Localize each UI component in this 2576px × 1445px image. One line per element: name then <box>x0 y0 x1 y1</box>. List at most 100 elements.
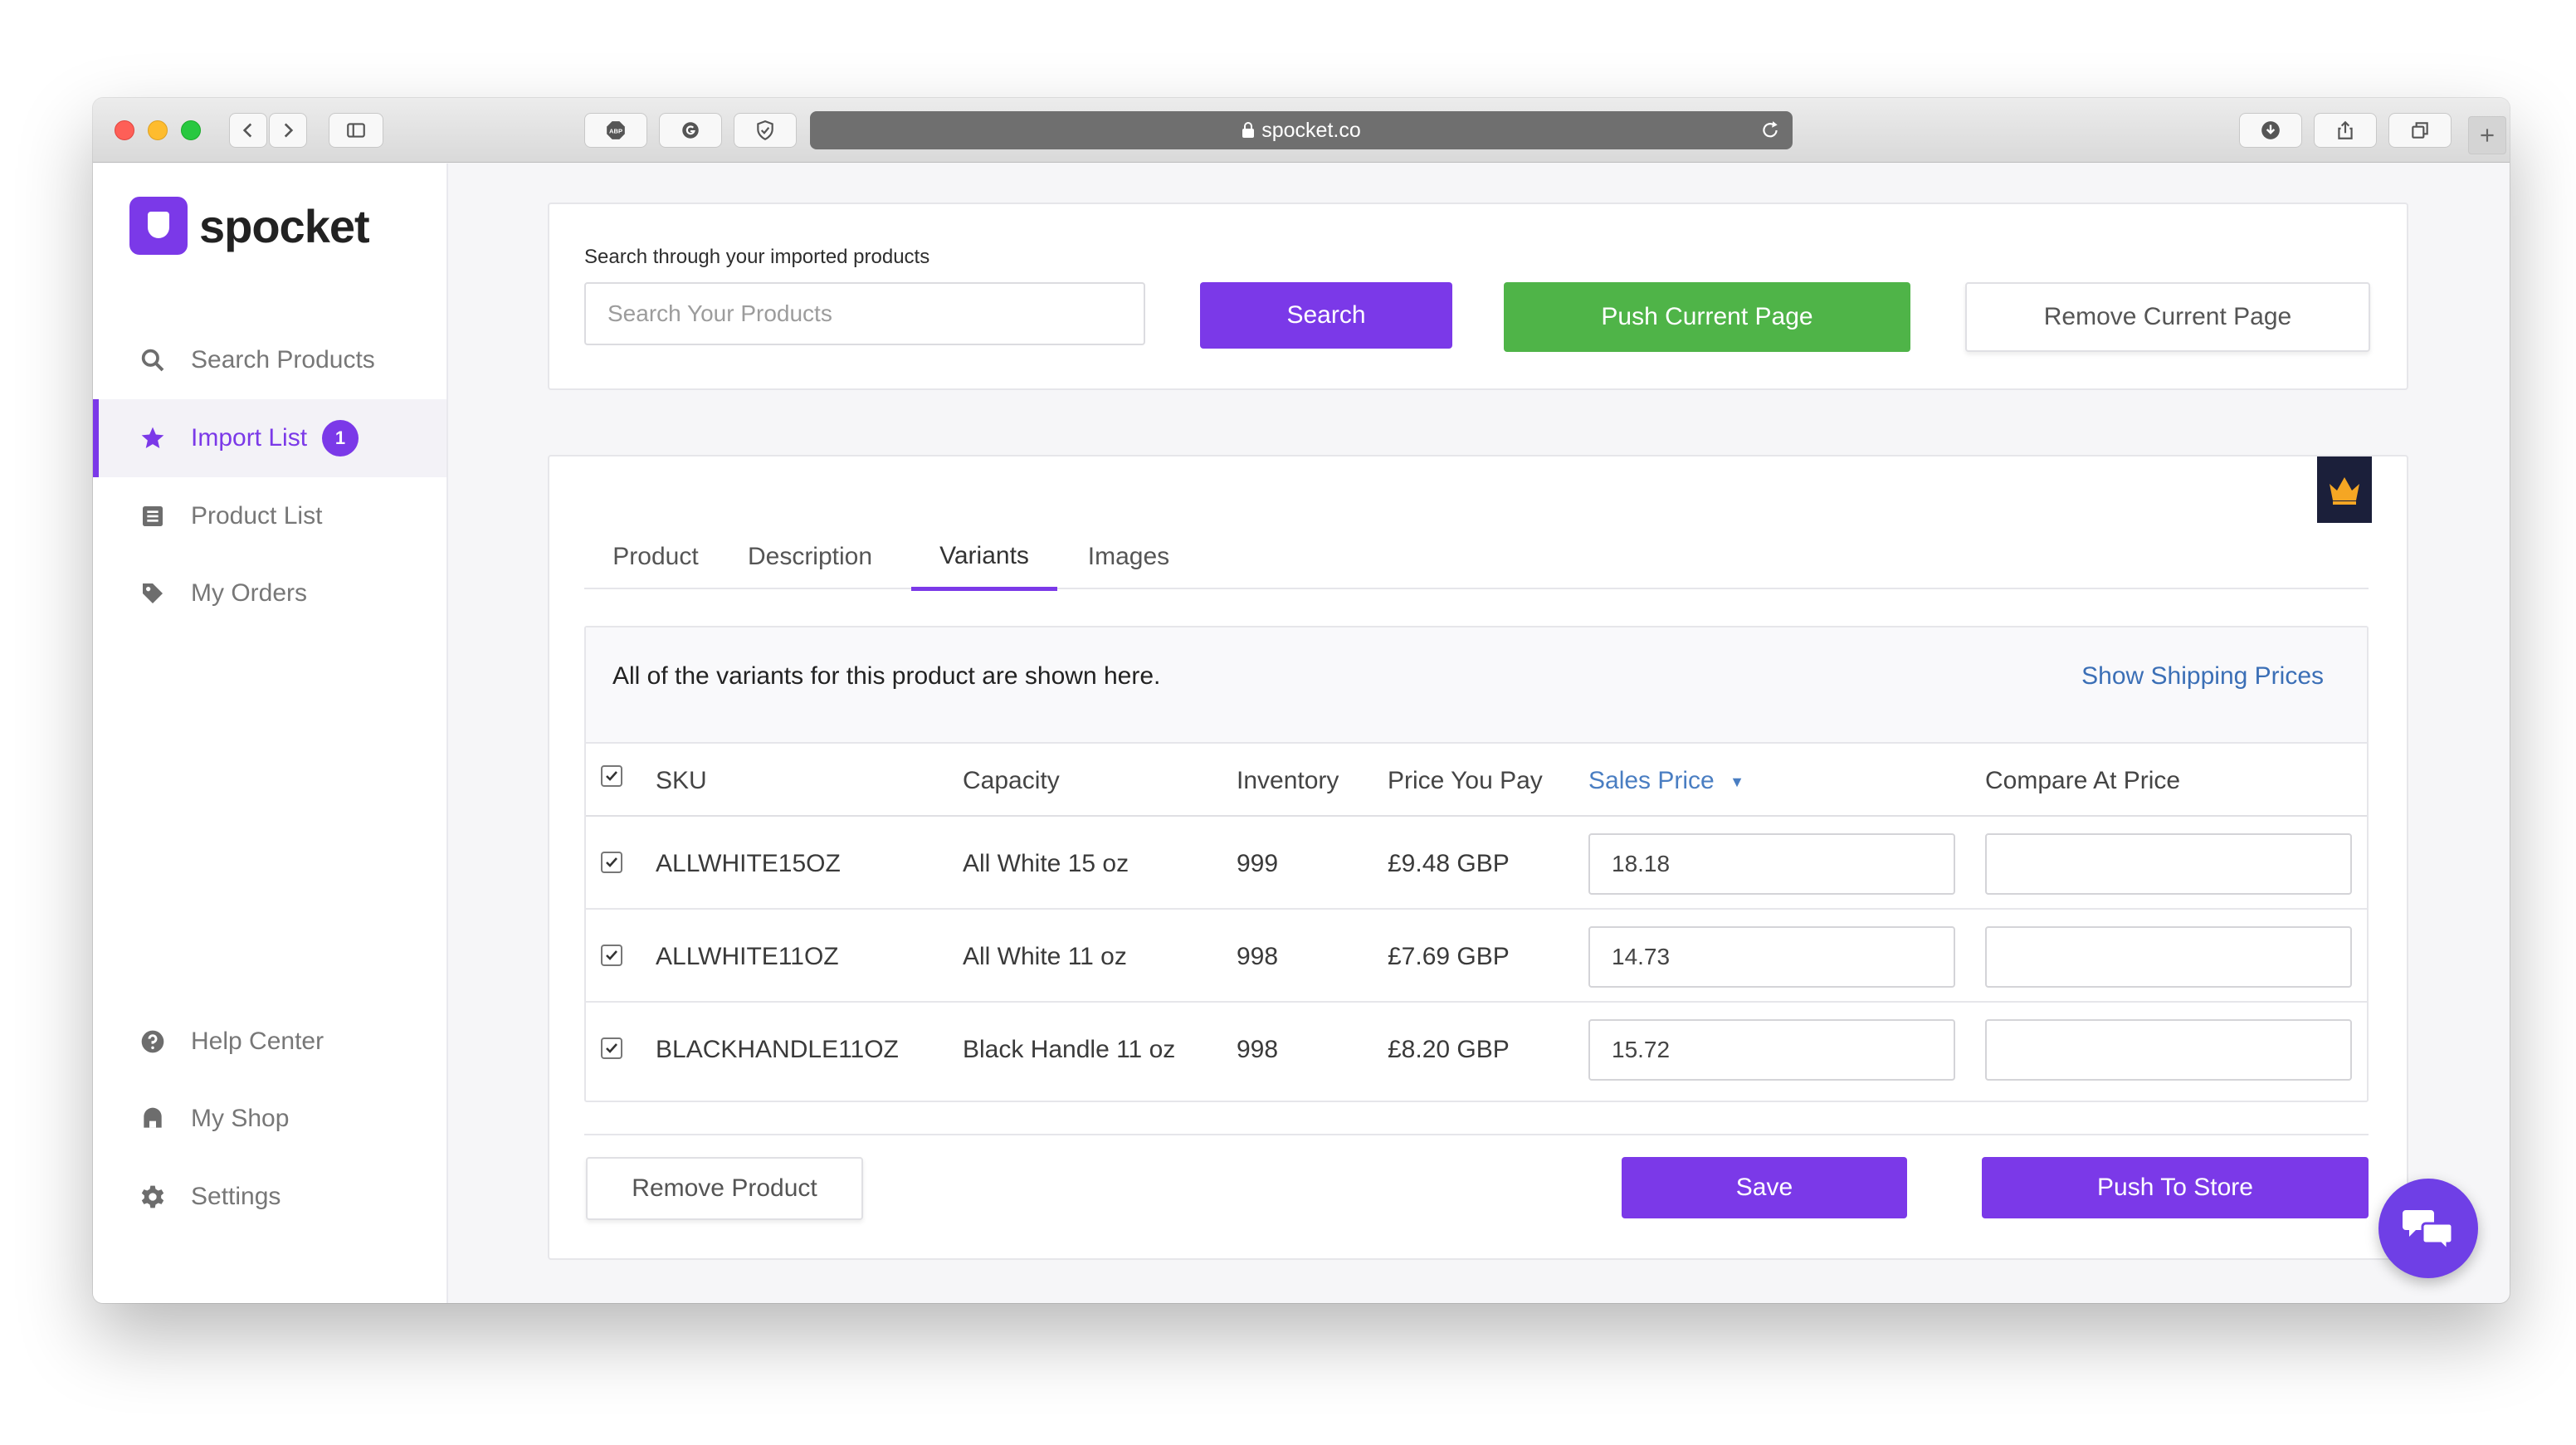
select-all-checkbox[interactable] <box>601 765 622 787</box>
checkmark-icon <box>606 857 617 867</box>
chat-button[interactable] <box>2378 1179 2478 1278</box>
sidebar-item-search-products[interactable]: Search Products <box>93 321 446 399</box>
sidebar-item-label: Import List <box>191 424 308 452</box>
column-compare-at-price: Compare At Price <box>1985 767 2181 794</box>
section-divider <box>584 1134 2369 1135</box>
share-icon[interactable] <box>2314 113 2377 148</box>
url-text: spocket.co <box>1261 118 1361 142</box>
list-icon <box>143 506 163 526</box>
remove-product-button[interactable]: Remove Product <box>586 1157 863 1220</box>
star-icon <box>141 427 164 448</box>
column-sku: SKU <box>656 767 707 794</box>
table-row: BLACKHANDLE11OZ Black Handle 11 oz 998 £… <box>586 1003 2367 1096</box>
sidebar-item-label: Product List <box>191 502 323 530</box>
forward-icon[interactable] <box>269 113 307 148</box>
row-checkbox[interactable] <box>601 852 622 873</box>
cell-capacity: Black Handle 11 oz <box>963 1036 1176 1063</box>
product-tabs: Product Description Variants Images <box>584 525 2369 591</box>
lock-icon <box>1242 122 1255 138</box>
logo-mark <box>129 197 188 255</box>
reload-icon[interactable] <box>1759 120 1781 141</box>
adblock-icon[interactable]: ABP <box>584 113 647 148</box>
sales-price-input[interactable] <box>1588 926 1955 988</box>
compare-at-price-input[interactable] <box>1985 926 2352 988</box>
sidebar-item-my-shop[interactable]: My Shop <box>93 1080 446 1158</box>
push-current-page-button[interactable]: Push Current Page <box>1504 282 1910 352</box>
variants-message: All of the variants for this product are… <box>612 662 1161 690</box>
save-button[interactable]: Save <box>1622 1157 1907 1218</box>
column-inventory: Inventory <box>1237 767 1339 794</box>
search-label: Search through your imported products <box>584 246 930 268</box>
variants-table: All of the variants for this product are… <box>584 626 2369 1102</box>
cell-sku: ALLWHITE11OZ <box>656 943 839 970</box>
tag-icon <box>143 583 163 603</box>
sidebar-item-settings[interactable]: Settings <box>93 1158 446 1236</box>
sort-down-icon: ▼ <box>1730 773 1744 790</box>
cell-price-you-pay: £8.20 GBP <box>1388 1036 1510 1063</box>
show-shipping-prices-link[interactable]: Show Shipping Prices <box>2081 662 2324 691</box>
tabs-icon[interactable] <box>2388 113 2452 148</box>
tab-description[interactable]: Description <box>727 525 893 589</box>
search-icon <box>141 349 164 372</box>
sidebar-item-import-list[interactable]: Import List 1 <box>93 399 446 477</box>
sidebar-item-label: Help Center <box>191 1028 324 1055</box>
table-row: ALLWHITE15OZ All White 15 oz 999 £9.48 G… <box>586 817 2367 910</box>
tab-product[interactable]: Product <box>584 525 727 589</box>
sidebar-item-label: Settings <box>191 1183 281 1210</box>
remove-current-page-button[interactable]: Remove Current Page <box>1965 282 2370 352</box>
premium-badge[interactable] <box>2317 456 2372 523</box>
address-bar[interactable]: spocket.co <box>810 111 1793 149</box>
sales-price-input[interactable] <box>1588 1019 1955 1081</box>
sidebar-item-product-list[interactable]: Product List <box>93 477 446 555</box>
column-capacity: Capacity <box>963 767 1060 794</box>
chat-icon <box>2403 1210 2454 1252</box>
tab-images[interactable]: Images <box>1067 525 1190 589</box>
svg-text:ABP: ABP <box>609 127 622 134</box>
push-to-store-button[interactable]: Push To Store <box>1982 1157 2369 1218</box>
sidebar-item-label: Search Products <box>191 346 375 373</box>
sidebar-item-label: My Shop <box>191 1105 290 1132</box>
new-tab-icon[interactable] <box>2468 116 2506 154</box>
download-icon[interactable] <box>2239 113 2302 148</box>
column-price-you-pay: Price You Pay <box>1388 767 1543 794</box>
shop-icon <box>144 1107 162 1128</box>
checkmark-icon <box>606 771 617 781</box>
cell-capacity: All White 15 oz <box>963 850 1129 877</box>
cell-inventory: 999 <box>1237 850 1279 877</box>
cell-sku: ALLWHITE15OZ <box>656 850 841 877</box>
tab-variants[interactable]: Variants <box>911 525 1057 591</box>
compare-at-price-input[interactable] <box>1985 833 2352 895</box>
column-sales-price-label: Sales Price <box>1588 767 1715 794</box>
compare-at-price-input[interactable] <box>1985 1019 2352 1081</box>
sidebar-item-my-orders[interactable]: My Orders <box>93 554 446 632</box>
column-sales-price[interactable]: Sales Price ▼ <box>1588 767 1744 795</box>
cell-capacity: All White 11 oz <box>963 943 1127 970</box>
grammarly-icon[interactable] <box>659 113 722 148</box>
privacy-shield-icon[interactable] <box>734 113 797 148</box>
row-checkbox[interactable] <box>601 945 622 966</box>
search-input[interactable] <box>584 282 1145 345</box>
sidebar-item-label: My Orders <box>191 579 308 607</box>
cell-inventory: 998 <box>1237 943 1279 970</box>
cell-price-you-pay: £9.48 GBP <box>1388 850 1510 877</box>
browser-window: ABP spocket.co spocket Search Products I… <box>93 98 2510 1303</box>
zoom-window-button[interactable] <box>181 120 201 140</box>
sidebar-toggle-icon[interactable] <box>329 113 383 148</box>
product-card: Product Description Variants Images All … <box>548 455 2408 1260</box>
help-icon <box>141 1030 164 1053</box>
import-count-badge: 1 <box>322 420 359 456</box>
search-card: Search through your imported products Se… <box>548 203 2408 390</box>
close-window-button[interactable] <box>115 120 134 140</box>
variants-header: All of the variants for this product are… <box>586 627 2367 744</box>
row-checkbox[interactable] <box>601 1037 622 1059</box>
table-row: ALLWHITE11OZ All White 11 oz 998 £7.69 G… <box>586 910 2367 1003</box>
brand-name: spocket <box>199 199 370 252</box>
sales-price-input[interactable] <box>1588 833 1955 895</box>
cell-sku: BLACKHANDLE11OZ <box>656 1036 899 1063</box>
sidebar-item-help-center[interactable]: Help Center <box>93 1003 446 1081</box>
minimize-window-button[interactable] <box>148 120 168 140</box>
back-icon[interactable] <box>229 113 267 148</box>
spocket-logo[interactable]: spocket <box>129 197 370 255</box>
search-button[interactable]: Search <box>1200 282 1452 349</box>
table-header: SKU Capacity Inventory Price You Pay Sal… <box>586 744 2367 817</box>
